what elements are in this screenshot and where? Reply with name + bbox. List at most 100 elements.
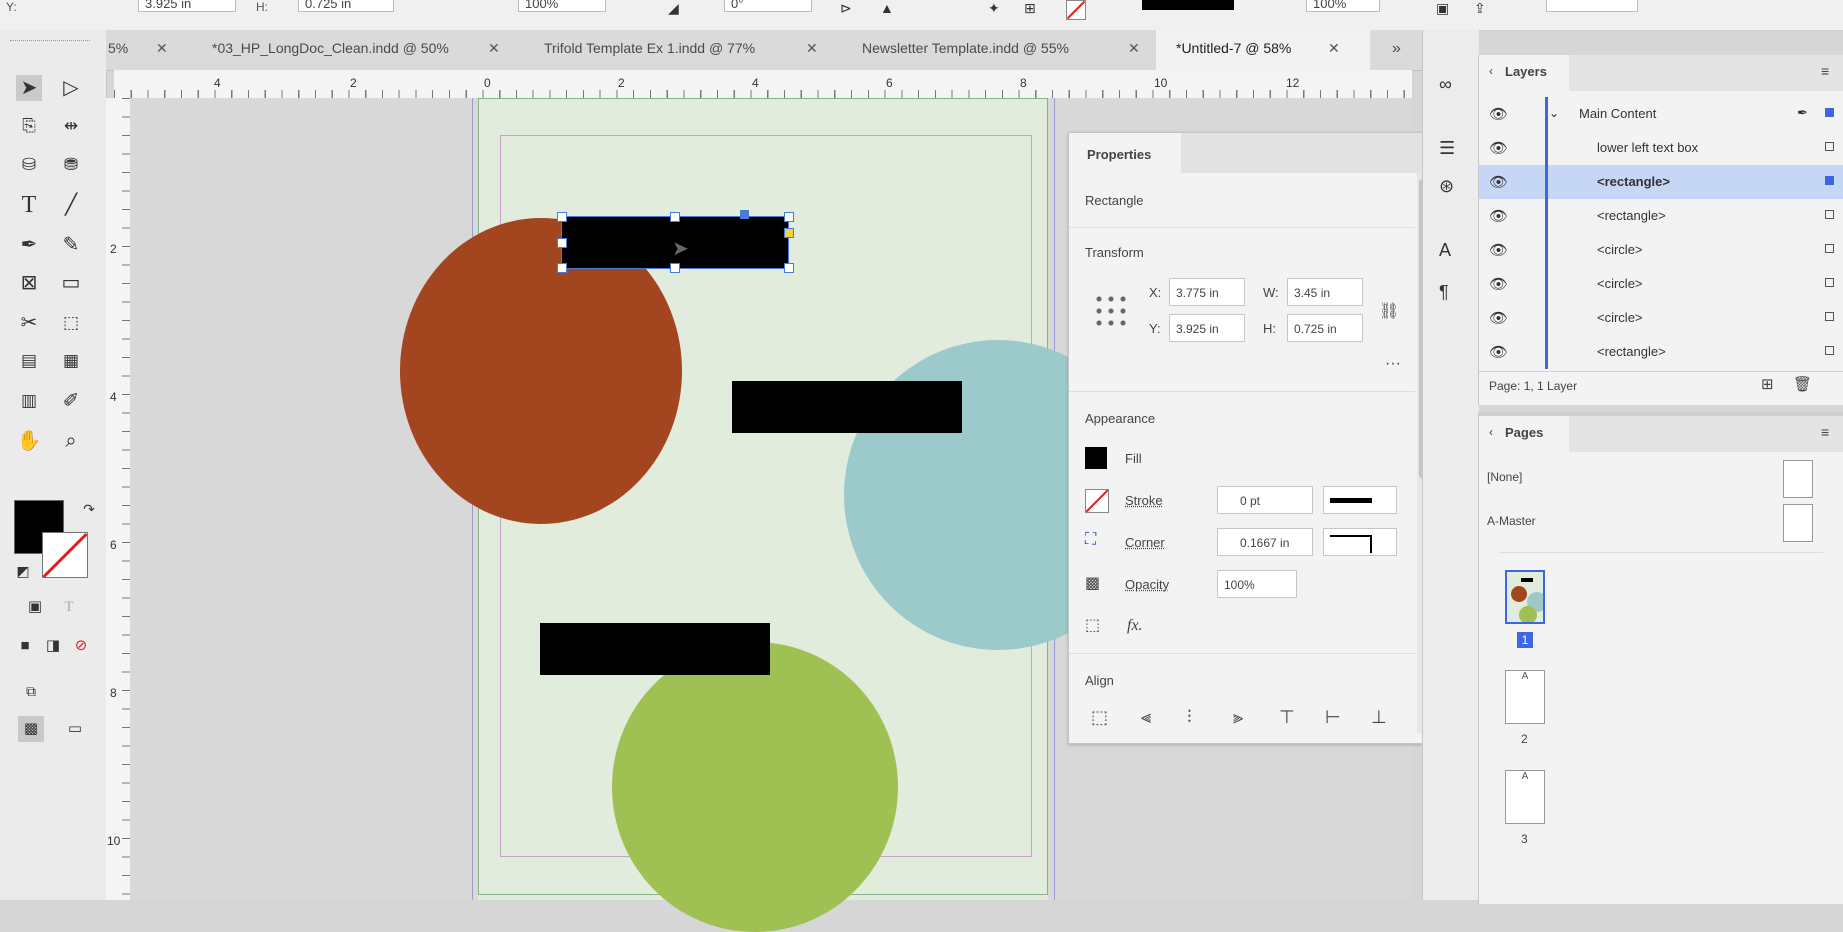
rectangle-tool-icon[interactable]: ▭ bbox=[58, 270, 84, 296]
layer-row[interactable]: 👁 lower left text box bbox=[1479, 131, 1843, 165]
select-square-icon[interactable] bbox=[1825, 244, 1834, 253]
hand-tool-icon[interactable]: ✋ bbox=[16, 428, 42, 454]
zoom-tool-icon[interactable]: ⌕ bbox=[58, 428, 84, 454]
eye-icon[interactable]: 👁 bbox=[1489, 139, 1508, 157]
pages-title[interactable]: Pages bbox=[1505, 425, 1543, 440]
content-grabber-handle[interactable] bbox=[740, 210, 749, 219]
align-left-icon[interactable]: ⫷ bbox=[1141, 707, 1151, 728]
height-field[interactable]: 0.725 in bbox=[298, 0, 394, 12]
gap-tool-icon[interactable]: ⇹ bbox=[58, 113, 84, 139]
align-vertical-center-icon[interactable]: ⊢ bbox=[1325, 707, 1341, 728]
free-transform-tool-icon[interactable]: ⬚ bbox=[58, 310, 84, 336]
toolbox-grip[interactable] bbox=[10, 40, 90, 45]
panel-menu-icon[interactable]: ≡ bbox=[1821, 424, 1829, 440]
select-square-icon[interactable] bbox=[1825, 312, 1834, 321]
links-panel-icon[interactable]: ∞ bbox=[1439, 74, 1452, 95]
opacity-field[interactable]: 100% bbox=[1306, 0, 1380, 12]
eye-icon[interactable]: 👁 bbox=[1489, 207, 1508, 225]
a-master-thumb[interactable] bbox=[1783, 504, 1813, 542]
selection-handle[interactable] bbox=[784, 212, 794, 222]
swap-fill-stroke-icon[interactable]: ↷ bbox=[76, 496, 102, 522]
vertical-ruler[interactable]: 2 4 6 8 10 bbox=[106, 98, 131, 900]
stroke-color-swatch[interactable] bbox=[42, 532, 88, 578]
gradient-feather-tool-icon[interactable]: ▦ bbox=[58, 348, 84, 374]
selection-handle[interactable] bbox=[670, 212, 680, 222]
corner-shape-dropdown[interactable] bbox=[1323, 528, 1397, 556]
character-panel-icon[interactable]: A bbox=[1439, 240, 1451, 261]
type-tool-icon[interactable]: T bbox=[16, 192, 42, 218]
stroke-none-swatch[interactable] bbox=[1066, 0, 1086, 20]
selection-handle[interactable] bbox=[557, 212, 567, 222]
x-field[interactable]: 3.775 in bbox=[1169, 278, 1245, 306]
selection-handle[interactable] bbox=[557, 263, 567, 273]
page-1-number[interactable]: 1 bbox=[1517, 632, 1533, 648]
note-tool-icon[interactable]: ▥ bbox=[16, 388, 42, 414]
line-tool-icon[interactable]: ╱ bbox=[58, 192, 84, 218]
opacity-label[interactable]: Opacity bbox=[1125, 577, 1169, 592]
eye-icon[interactable]: 👁 bbox=[1489, 309, 1508, 327]
select-square-icon[interactable] bbox=[1825, 176, 1834, 185]
stroke-weight-field[interactable]: 0 pt bbox=[1217, 486, 1313, 514]
horizontal-ruler[interactable]: 4 2 0 2 4 6 8 10 12 bbox=[114, 70, 1412, 99]
constrain-link-icon[interactable]: ⛓ bbox=[1379, 301, 1399, 321]
layer-row[interactable]: 👁 <rectangle> bbox=[1479, 199, 1843, 233]
selection-handle[interactable] bbox=[784, 263, 794, 273]
layers-title[interactable]: Layers bbox=[1505, 64, 1547, 79]
normal-view-icon[interactable]: ▩ bbox=[18, 716, 44, 742]
rotate-cw-icon[interactable]: ▲ bbox=[880, 0, 894, 16]
stroke-label[interactable]: Stroke bbox=[1125, 493, 1163, 508]
eye-icon[interactable]: 👁 bbox=[1489, 105, 1508, 123]
layer-row-selected[interactable]: 👁 <rectangle> bbox=[1479, 165, 1843, 199]
eye-icon[interactable]: 👁 bbox=[1489, 343, 1508, 361]
a-master-label[interactable]: A-Master bbox=[1487, 514, 1536, 528]
content-placer-icon[interactable]: ⛃ bbox=[58, 152, 84, 178]
select-square-icon[interactable] bbox=[1825, 346, 1834, 355]
layers-collapse-icon[interactable]: ‹ bbox=[1489, 64, 1493, 78]
align-right-icon[interactable]: ⫸ bbox=[1233, 707, 1243, 728]
export-icon[interactable]: ⇪ bbox=[1474, 0, 1486, 17]
tab-newsletter[interactable]: Newsletter Template.indd @ 55% bbox=[862, 40, 1069, 56]
tab-partial[interactable]: 5% bbox=[108, 40, 128, 56]
selection-handle[interactable] bbox=[557, 238, 567, 248]
new-layer-icon[interactable]: ⊞ bbox=[1761, 375, 1774, 393]
tab-overflow-icon[interactable]: » bbox=[1392, 40, 1401, 58]
control-bar-field-right[interactable] bbox=[1546, 0, 1638, 12]
tab-close-icon[interactable]: ✕ bbox=[806, 40, 818, 57]
text-wrap-icon[interactable]: ⬚ bbox=[1085, 615, 1100, 635]
stroke-type-dropdown[interactable] bbox=[1323, 486, 1397, 514]
rectangle-frame-tool-icon[interactable]: ⊠ bbox=[16, 270, 42, 296]
align-top-icon[interactable]: ⊤ bbox=[1279, 707, 1295, 728]
selection-handle[interactable] bbox=[670, 263, 680, 273]
fill-swatch[interactable] bbox=[1085, 447, 1107, 469]
flip-icon[interactable]: ⊳ bbox=[840, 0, 852, 17]
none-master-thumb[interactable] bbox=[1783, 460, 1813, 498]
direct-selection-tool-icon[interactable]: ▷ bbox=[58, 75, 84, 101]
select-square-icon[interactable] bbox=[1825, 142, 1834, 151]
layer-color-icon[interactable] bbox=[1825, 108, 1834, 117]
layer-row[interactable]: 👁 <rectangle> bbox=[1479, 335, 1843, 369]
y-field[interactable]: 3.925 in bbox=[1169, 314, 1245, 342]
tab-untitled-7[interactable]: *Untitled-7 @ 58% bbox=[1176, 40, 1291, 56]
eye-icon[interactable]: 👁 bbox=[1489, 173, 1508, 191]
layer-row-main-content[interactable]: 👁 ⌄ Main Content ✒ bbox=[1479, 97, 1843, 131]
stroke-panel-icon[interactable]: ☰ bbox=[1439, 138, 1455, 159]
tab-longdoc[interactable]: *03_HP_LongDoc_Clean.indd @ 50% bbox=[212, 40, 449, 56]
shear-icon[interactable]: ◢ bbox=[668, 0, 679, 17]
layer-row[interactable]: 👁 <circle> bbox=[1479, 233, 1843, 267]
paragraph-styles-icon[interactable]: ¶ bbox=[1439, 282, 1449, 303]
wrap-icon[interactable]: ▣ bbox=[1436, 0, 1449, 17]
page-3-number[interactable]: 3 bbox=[1521, 832, 1528, 846]
stroke-swatch[interactable] bbox=[1085, 489, 1109, 513]
middle-rectangle[interactable] bbox=[732, 381, 962, 433]
apply-color-icon[interactable]: ■ bbox=[12, 633, 38, 659]
h-field[interactable]: 0.725 in bbox=[1287, 314, 1363, 342]
rotate-field[interactable]: 0° bbox=[724, 0, 812, 12]
green-circle[interactable] bbox=[612, 642, 898, 932]
corner-size-field[interactable]: 0.1667 in bbox=[1217, 528, 1313, 556]
none-master-label[interactable]: [None] bbox=[1487, 470, 1522, 484]
eye-icon[interactable]: 👁 bbox=[1489, 241, 1508, 259]
pen-tool-icon[interactable]: ✒ bbox=[16, 232, 42, 258]
select-square-icon[interactable] bbox=[1825, 278, 1834, 287]
scale-field[interactable]: 100% bbox=[518, 0, 606, 12]
w-field[interactable]: 3.45 in bbox=[1287, 278, 1363, 306]
